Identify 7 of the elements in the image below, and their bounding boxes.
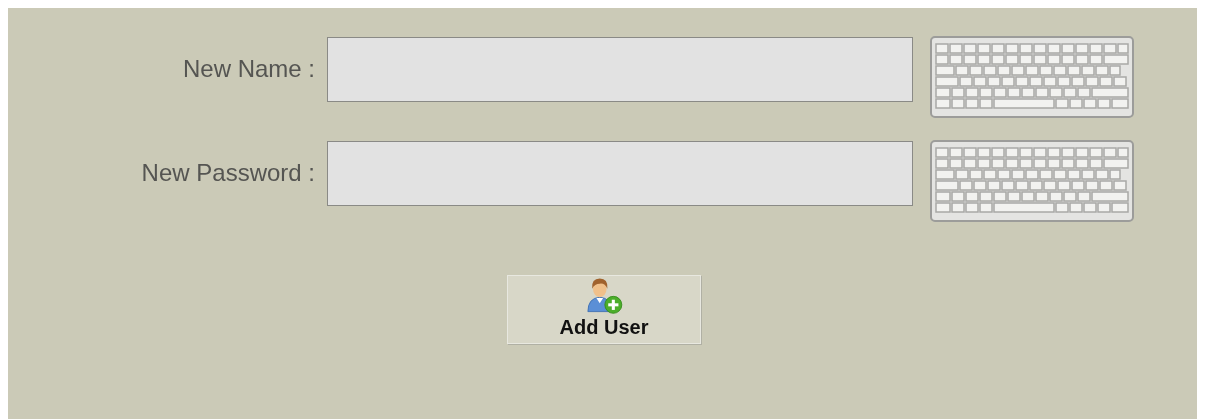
field-label: New Password : xyxy=(140,159,315,187)
keyboard-icon[interactable] xyxy=(930,35,1134,119)
input-field[interactable] xyxy=(327,141,913,206)
add-user-button[interactable]: Add User xyxy=(507,275,701,344)
keyboard-icon[interactable] xyxy=(930,139,1134,223)
input-field[interactable] xyxy=(327,37,913,102)
field-label: New Name : xyxy=(181,55,315,83)
